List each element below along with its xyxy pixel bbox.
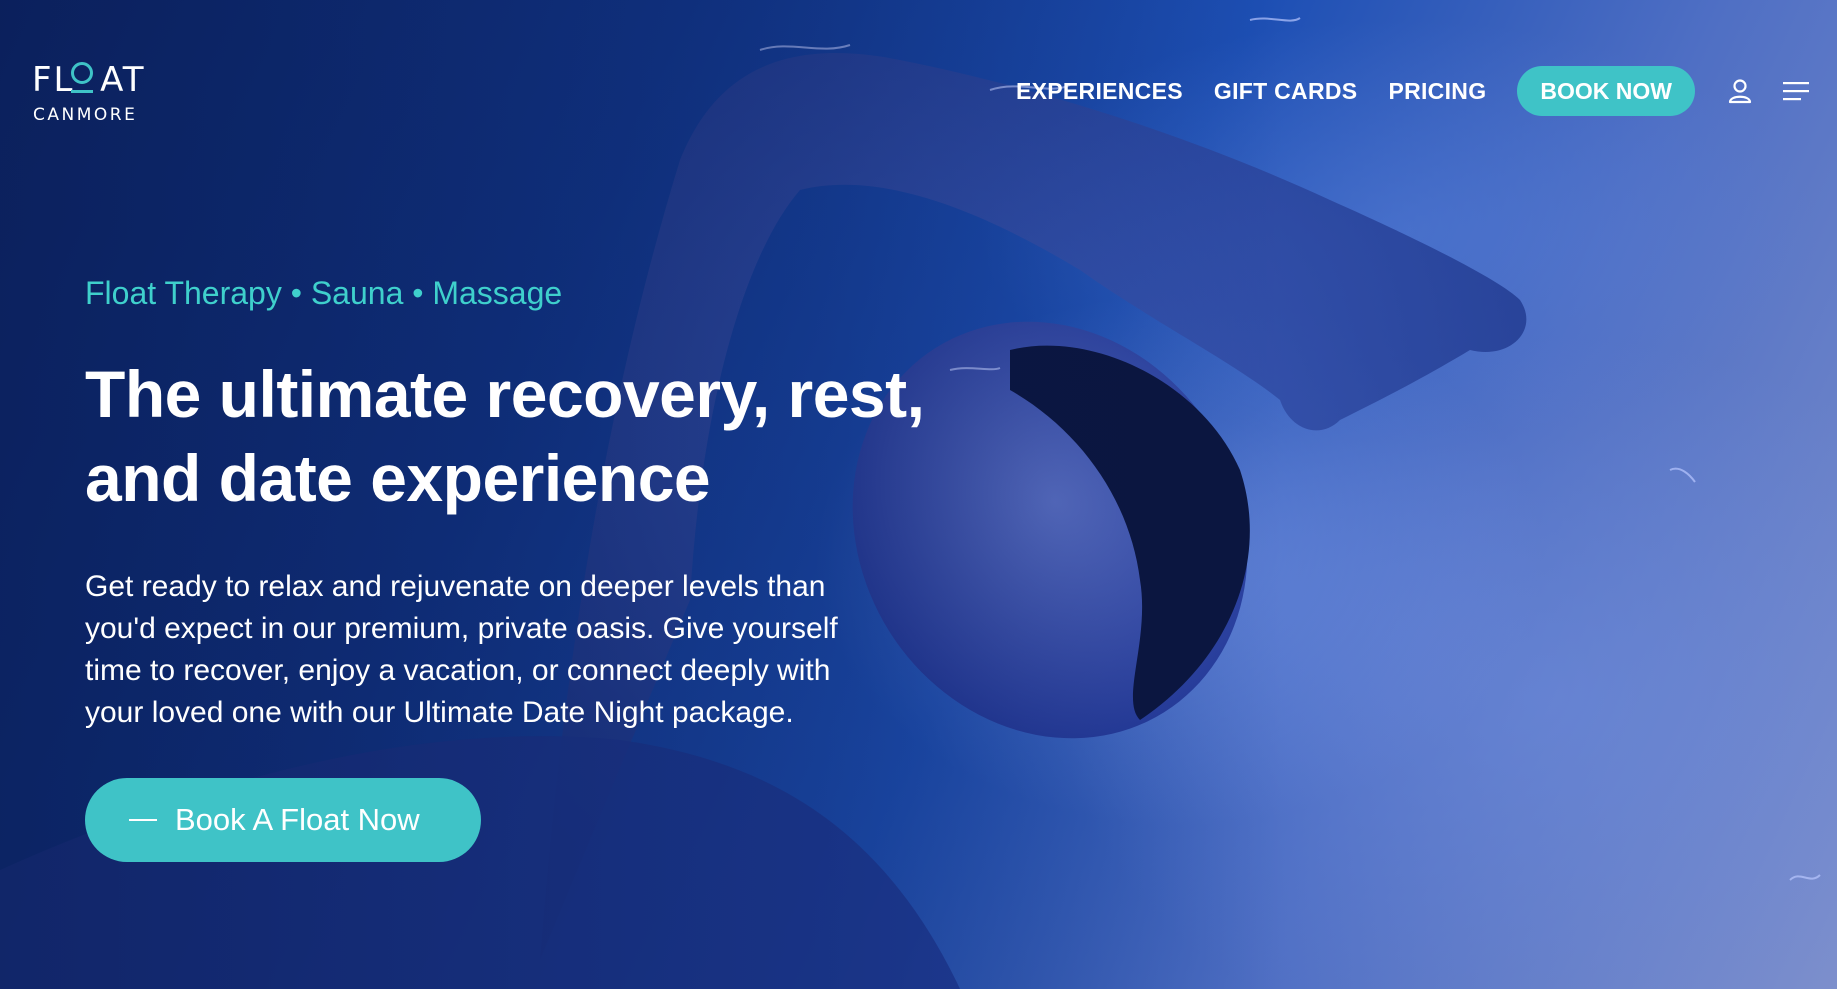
dash-icon [129,819,157,821]
headline-line: The ultimate recovery, rest, [85,357,925,431]
main-nav: EXPERIENCES GIFT CARDS PRICING BOOK NOW [1016,66,1811,116]
nav-link-gift-cards[interactable]: GIFT CARDS [1214,78,1358,105]
logo-bar-icon [71,90,93,93]
hero-section: FL AT CANMORE EXPERIENCES GIFT CARDS PRI… [0,0,1837,989]
float-canmore-logo[interactable]: FL AT CANMORE [32,60,172,130]
description-line: Get ready to relax and rejuvenate on dee… [85,570,826,603]
hero-headline: The ultimate recovery, rest, and date ex… [85,352,965,520]
headline-line: and date experience [85,441,711,515]
logo-ring-icon [71,62,93,84]
user-icon[interactable] [1725,76,1755,106]
logo-subtitle: CANMORE [33,105,138,125]
hamburger-menu-icon[interactable] [1781,76,1811,106]
book-a-float-label: Book A Float Now [175,802,420,837]
hero-content: Float Therapy • Sauna • Massage The ulti… [85,270,965,862]
description-line: your loved one with our Ultimate Date Ni… [85,696,794,729]
hero-tagline: Float Therapy • Sauna • Massage [85,275,563,311]
nav-link-pricing[interactable]: PRICING [1388,78,1486,105]
book-a-float-button[interactable]: Book A Float Now [85,778,481,862]
site-header: FL AT CANMORE EXPERIENCES GIFT CARDS PRI… [0,0,1837,180]
nav-link-experiences[interactable]: EXPERIENCES [1016,78,1183,105]
book-now-button[interactable]: BOOK NOW [1517,66,1695,116]
description-line: time to recover, enjoy a vacation, or co… [85,654,831,687]
description-line: you'd expect in our premium, private oas… [85,612,838,645]
hero-description: Get ready to relax and rejuvenate on dee… [85,566,905,734]
